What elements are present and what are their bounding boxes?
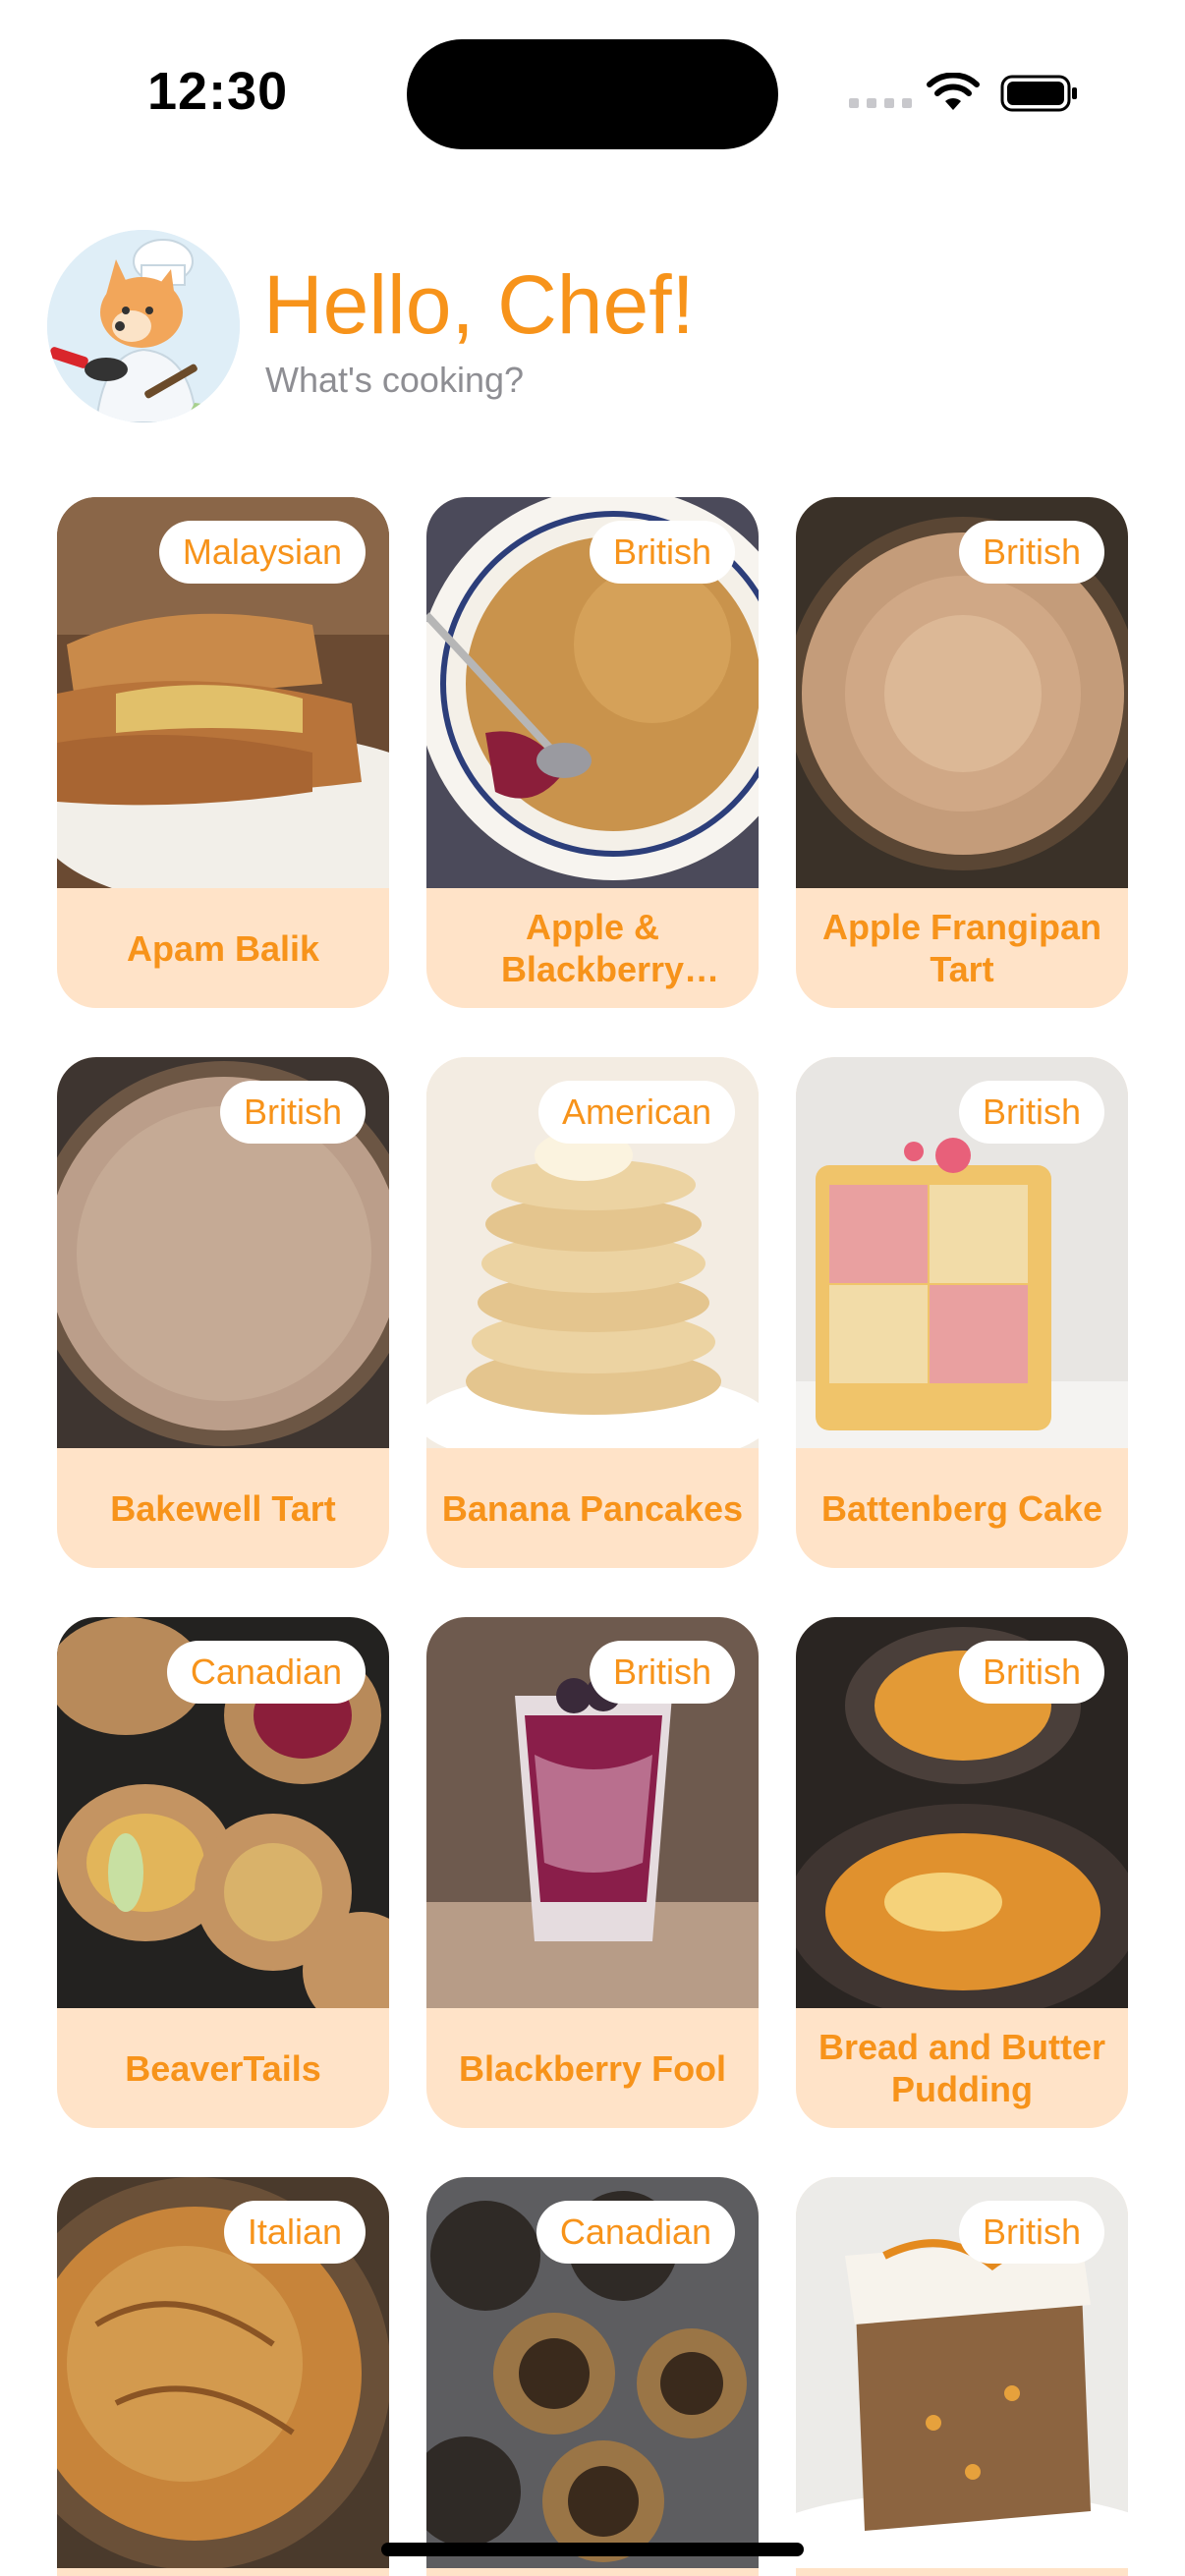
recipe-title: Battenberg Cake xyxy=(820,1487,1103,1529)
recipe-card[interactable]: Canadian BeaverTails xyxy=(57,1617,389,2128)
status-time: 12:30 xyxy=(147,62,289,121)
recipe-card[interactable]: British Bread and Butter Pudding xyxy=(796,1617,1128,2128)
recipe-card[interactable]: Italian xyxy=(57,2177,389,2576)
recipe-card[interactable]: British Bakewell Tart xyxy=(57,1057,389,1568)
recipe-title xyxy=(436,2568,749,2576)
cuisine-badge: British xyxy=(589,1641,735,1704)
app-screen: 12:30 Hello, Chef! What's cooking? Malay… xyxy=(0,0,1185,2576)
recipe-title: Apam Balik xyxy=(126,927,320,969)
recipe-title xyxy=(806,2568,1118,2576)
home-indicator[interactable] xyxy=(381,2543,804,2556)
recipe-title: Blackberry Fool xyxy=(458,2047,727,2089)
dynamic-island xyxy=(407,39,778,149)
battery-icon xyxy=(1000,75,1077,112)
cuisine-badge: Canadian xyxy=(166,1641,366,1704)
cellular-signal-icon xyxy=(849,98,912,108)
recipe-title: BeaverTails xyxy=(125,2047,321,2089)
cuisine-badge: British xyxy=(958,1081,1104,1144)
cuisine-badge: Malaysian xyxy=(158,521,366,584)
cuisine-badge: British xyxy=(589,521,735,584)
recipe-card[interactable]: British Apple & Blackberry Crumble xyxy=(426,497,759,1008)
cuisine-badge: Canadian xyxy=(536,2201,735,2264)
greeting-title: Hello, Chef! xyxy=(263,258,695,351)
chef-fox-avatar-icon xyxy=(47,230,240,422)
recipe-card[interactable]: American Banana Pancakes xyxy=(426,1057,759,1568)
recipe-title: Bread and Butter Pudding xyxy=(818,2027,1106,2109)
greeting-subtitle: What's cooking? xyxy=(265,360,525,400)
recipe-card[interactable]: British Blackberry Fool xyxy=(426,1617,759,2128)
recipe-card[interactable]: British xyxy=(796,2177,1128,2576)
recipe-title xyxy=(67,2568,379,2576)
recipe-title: Bakewell Tart xyxy=(110,1487,336,1529)
cuisine-badge: American xyxy=(537,1081,735,1144)
cuisine-badge: British xyxy=(219,1081,366,1144)
recipe-card[interactable]: British Battenberg Cake xyxy=(796,1057,1128,1568)
recipe-card[interactable]: Canadian xyxy=(426,2177,759,2576)
recipe-title: Apple Frangipan Tart xyxy=(821,907,1101,989)
recipe-title: Banana Pancakes xyxy=(441,1487,744,1529)
cuisine-badge: Italian xyxy=(223,2201,366,2264)
recipe-card[interactable]: Malaysian Apam Balik xyxy=(57,497,389,1008)
recipe-card[interactable]: British Apple Frangipan Tart xyxy=(796,497,1128,1008)
chef-avatar[interactable] xyxy=(47,230,240,422)
wifi-icon xyxy=(927,73,980,110)
cuisine-badge: British xyxy=(958,1641,1104,1704)
cuisine-badge: British xyxy=(958,521,1104,584)
cuisine-badge: British xyxy=(958,2201,1104,2264)
recipe-title: Apple & Blackberry Crumble xyxy=(500,907,685,989)
